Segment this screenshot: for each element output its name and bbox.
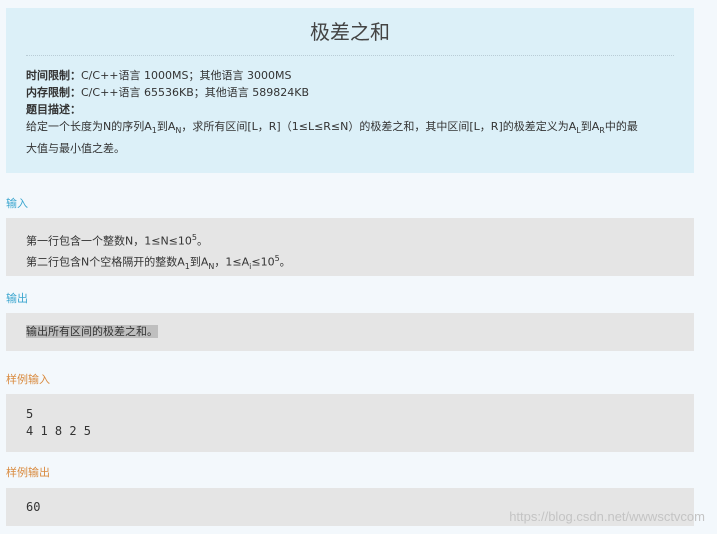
input-text: ，1≤A xyxy=(214,255,250,269)
time-limit-label: 时间限制： xyxy=(26,69,81,82)
input-description-box: 第一行包含一个整数N，1≤N≤105。 第二行包含N个空格隔开的整数A1到AN，… xyxy=(6,218,694,276)
sample-input-line-2: 4 1 8 2 5 xyxy=(26,424,92,438)
sample-input-line-1: 5 xyxy=(26,407,34,421)
sample-output-value: 60 xyxy=(26,500,41,514)
input-text: 。 xyxy=(196,234,208,248)
output-description-text[interactable]: 输出所有区间的极差之和。 xyxy=(26,325,158,338)
problem-title: 极差之和 xyxy=(310,20,390,44)
input-text: 到A xyxy=(189,255,209,269)
problem-description: 给定一个长度为N的序列A1到AN，求所有区间[L，R]（1≤L≤R≤N）的极差之… xyxy=(26,118,674,158)
time-limit-row: 时间限制：C/C++语言 1000MS；其他语言 3000MS xyxy=(26,67,674,84)
desc-text: 到A xyxy=(156,120,176,133)
input-section-label: 输入 xyxy=(6,197,28,210)
output-section-label: 输出 xyxy=(6,292,28,305)
input-text: ≤10 xyxy=(251,255,275,269)
problem-info: 时间限制：C/C++语言 1000MS；其他语言 3000MS 内存限制：C/C… xyxy=(26,67,674,158)
input-text: 第一行包含一个整数N，1≤N≤10 xyxy=(26,234,192,248)
sample-input-label: 样例输入 xyxy=(6,373,50,386)
time-limit-value: C/C++语言 1000MS；其他语言 3000MS xyxy=(81,69,292,82)
input-line-1: 第一行包含一个整数N，1≤N≤105。 xyxy=(26,229,694,250)
memory-limit-row: 内存限制：C/C++语言 65536KB；其他语言 589824KB xyxy=(26,84,674,101)
title-divider xyxy=(26,55,674,56)
memory-limit-label: 内存限制： xyxy=(26,86,81,99)
desc-text: 给定一个长度为N的序列A xyxy=(26,120,152,133)
sample-output-label: 样例输出 xyxy=(6,466,50,479)
description-label: 题目描述： xyxy=(26,103,81,116)
desc-text: ，求所有区间[L，R]（1≤L≤R≤N）的极差之和，其中区间[L，R]的极差定义… xyxy=(181,120,577,133)
desc-text: 大值与最小值之差。 xyxy=(26,142,125,156)
input-text: 第二行包含N个空格隔开的整数A xyxy=(26,255,185,269)
problem-header-panel: 极差之和 时间限制：C/C++语言 1000MS；其他语言 3000MS 内存限… xyxy=(6,8,694,173)
watermark: https://blog.csdn.net/wwwsctvcom xyxy=(509,509,705,524)
desc-text: 中的最 xyxy=(604,120,638,133)
input-text: 。 xyxy=(279,255,291,269)
input-line-2: 第二行包含N个空格隔开的整数A1到AN，1≤Ai≤105。 xyxy=(26,250,694,275)
output-description-box: 输出所有区间的极差之和。 xyxy=(6,313,694,351)
sample-input-box[interactable]: 5 4 1 8 2 5 xyxy=(6,394,694,452)
desc-text: 到A xyxy=(580,120,600,133)
memory-limit-value: C/C++语言 65536KB；其他语言 589824KB xyxy=(81,86,309,99)
